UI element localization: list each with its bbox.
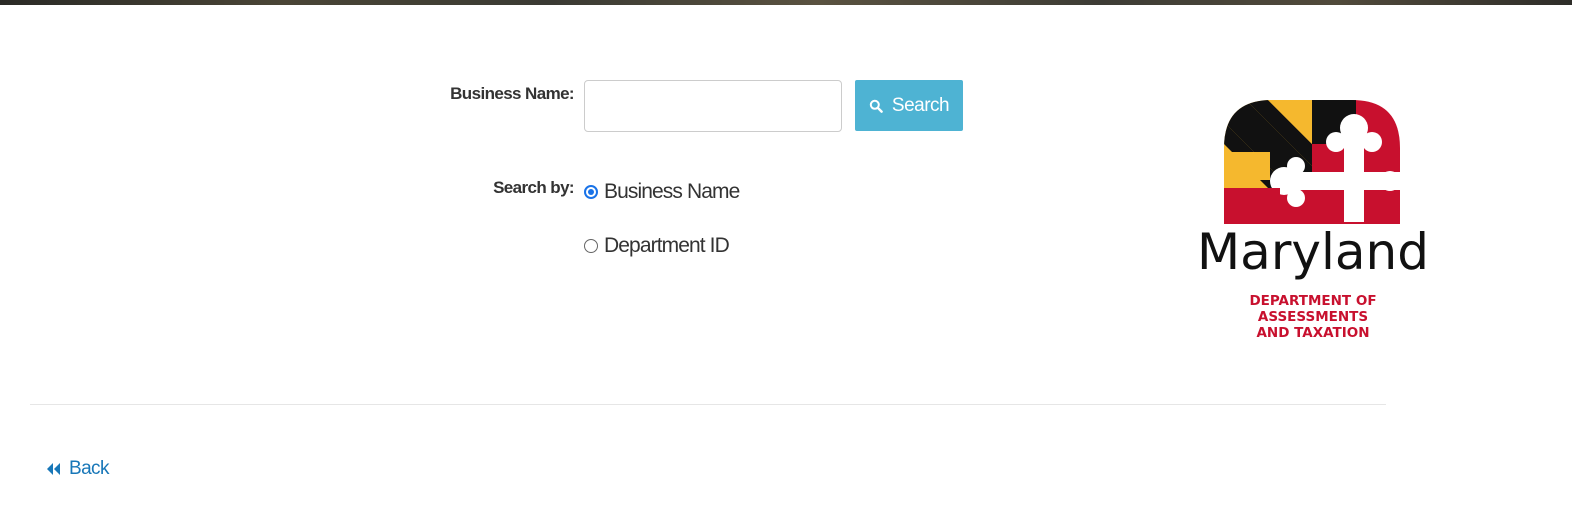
business-name-label: Business Name: [450,84,574,103]
search-by-business-name-option[interactable]: Business Name [584,180,740,204]
business-name-radio[interactable] [584,185,598,199]
department-id-radio[interactable] [584,239,598,253]
back-link-label: Back [69,458,109,479]
logo-wordmark: Maryland [1197,223,1429,281]
search-button-label: Search [891,94,950,116]
search-by-label: Search by: [493,178,575,197]
double-chevron-left-icon [47,463,60,475]
search-icon [869,99,883,113]
logo-subtitle-line-2: ASSESSMENTS [1257,309,1369,325]
header-banner-strip [0,0,1572,5]
business-name-option-label: Business Name [604,180,740,203]
back-link[interactable]: Back [45,458,109,480]
search-button[interactable]: Search [855,80,963,131]
maryland-flag-icon [1224,100,1400,224]
logo-subtitle-line-1: DEPARTMENT OF [1249,293,1377,309]
search-by-department-id-option[interactable]: Department ID [584,234,730,258]
business-name-input[interactable] [584,80,842,132]
section-divider [30,404,1386,405]
logo-subtitle-line-3: AND TAXATION [1256,325,1370,341]
maryland-sdat-logo: Maryland DEPARTMENT OF ASSESSMENTS AND T… [1168,100,1458,350]
department-id-option-label: Department ID [604,234,730,257]
